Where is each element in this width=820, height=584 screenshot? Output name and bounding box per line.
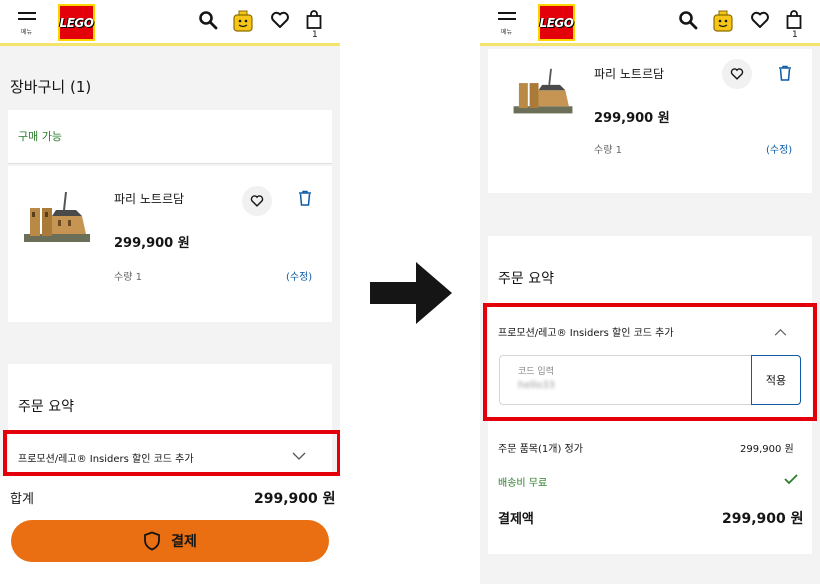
menu-label: 메뉴 <box>501 29 513 36</box>
order-summary-title: 주문 요약 <box>498 271 554 287</box>
wishlist-heart-icon[interactable] <box>270 10 290 30</box>
cart-item: 파리 노트르담 299,900 원 수량 1 (수정) <box>488 49 812 193</box>
shipping-label: 배송비 무료 <box>498 478 548 489</box>
product-name[interactable]: 파리 노트르담 <box>114 190 184 207</box>
top-header: 메뉴 LEGO 1 <box>0 0 340 46</box>
lego-logo[interactable]: LEGO <box>58 4 95 41</box>
trash-icon[interactable] <box>298 190 312 206</box>
cart-count: 1 <box>312 30 318 40</box>
trash-icon[interactable] <box>778 65 792 81</box>
lego-logo[interactable]: LEGO <box>538 4 575 41</box>
total-value: 299,900 원 <box>254 491 336 507</box>
cart-title: 장바구니 (1) <box>10 78 92 96</box>
cart-screen-before: 메뉴 LEGO 1 장바구니 (1) 구매 가능 파리 노트르담 299,900… <box>0 0 340 584</box>
available-label: 구매 가능 <box>18 130 62 143</box>
checkmark-icon <box>784 474 798 485</box>
menu-button[interactable]: 메뉴 <box>18 12 40 36</box>
menu-button[interactable]: 메뉴 <box>498 12 520 36</box>
order-summary-section: 주문 요약 <box>8 364 332 434</box>
shopping-bag-icon[interactable] <box>786 10 802 30</box>
grand-total-label: 결제액 <box>498 512 534 527</box>
highlight-box-promo <box>3 430 340 476</box>
items-subtotal-label: 주문 품목(1개) 정가 <box>498 444 583 455</box>
total-label: 합계 <box>10 492 34 507</box>
heart-icon <box>250 195 264 207</box>
cart-screen-after: 메뉴 LEGO 1 파리 노트르담 299,900 원 수량 1 (수정) 주문… <box>480 0 820 584</box>
highlight-box-promo-expanded <box>483 303 817 421</box>
shield-icon <box>144 531 161 551</box>
notre-dame-product-image[interactable] <box>510 67 576 117</box>
search-icon[interactable] <box>678 10 698 30</box>
quantity-label: 수량 1 <box>594 145 622 156</box>
edit-link[interactable]: (수정) <box>286 268 312 283</box>
order-summary-title: 주문 요약 <box>18 399 74 415</box>
search-icon[interactable] <box>198 10 218 30</box>
cart-count: 1 <box>792 30 798 40</box>
edit-link[interactable]: (수정) <box>766 141 792 156</box>
shopping-bag-icon[interactable] <box>306 10 322 30</box>
top-header: 메뉴 LEGO 1 <box>480 0 820 46</box>
product-price: 299,900 원 <box>114 236 190 251</box>
items-subtotal-value: 299,900 원 <box>740 444 794 455</box>
checkout-button[interactable]: 결제 <box>11 520 329 562</box>
cart-item: 파리 노트르담 299,900 원 수량 1 (수정) <box>8 166 332 322</box>
notre-dame-product-image[interactable] <box>20 190 94 246</box>
minifigure-account-icon[interactable] <box>712 10 734 34</box>
grand-total-value: 299,900 원 <box>722 511 804 527</box>
wishlist-heart-icon[interactable] <box>750 10 770 30</box>
heart-icon <box>730 68 744 80</box>
checkout-button-label: 결제 <box>171 534 197 550</box>
available-section-header: 구매 가능 <box>8 110 332 164</box>
wishlist-button[interactable] <box>722 59 752 89</box>
menu-label: 메뉴 <box>21 29 33 36</box>
transition-arrow-icon <box>370 262 452 324</box>
minifigure-account-icon[interactable] <box>232 10 254 34</box>
quantity-label: 수량 1 <box>114 272 142 283</box>
wishlist-button[interactable] <box>242 186 272 216</box>
product-name[interactable]: 파리 노트르담 <box>594 65 664 82</box>
product-price: 299,900 원 <box>594 111 670 126</box>
